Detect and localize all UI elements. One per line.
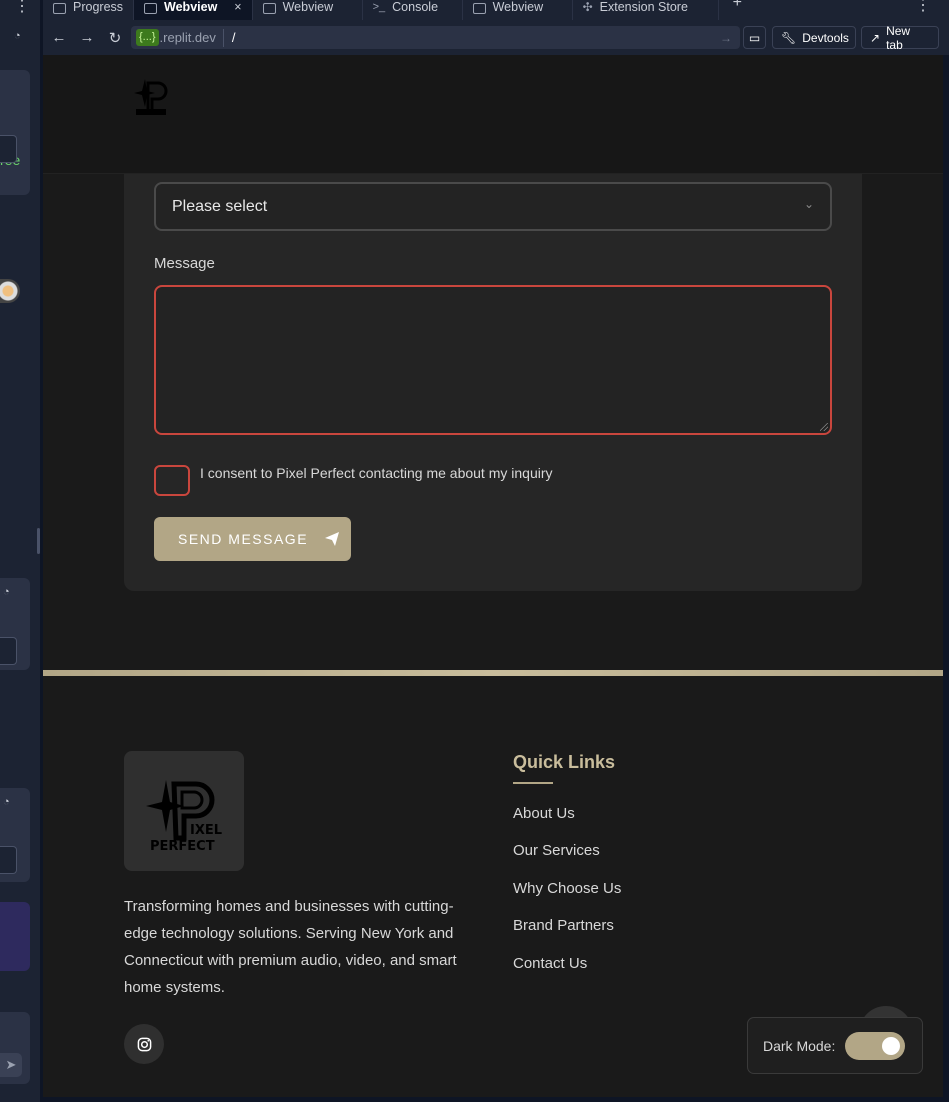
- inquiry-type-select[interactable]: Please select ⌄: [154, 182, 832, 231]
- more-options-icon[interactable]: ⋮: [915, 0, 931, 15]
- url-path[interactable]: /: [232, 30, 236, 45]
- agent-panel: ree: [0, 70, 30, 195]
- select-value: Please select: [172, 197, 268, 215]
- new-tab-label: New tab: [886, 23, 911, 52]
- panel-input[interactable]: [0, 637, 17, 665]
- terminal-icon: >_: [372, 0, 386, 13]
- consent-label: I consent to Pixel Perfect contacting me…: [200, 465, 553, 481]
- quick-link-brand-partners[interactable]: Brand Partners: [513, 917, 614, 934]
- monitor-icon: [144, 2, 158, 14]
- send-message-label: SEND MESSAGE: [178, 531, 309, 547]
- wrench-icon: 🔧︎: [781, 30, 797, 45]
- logo-text-ixel: IXEL: [190, 823, 222, 838]
- forward-icon[interactable]: →: [73, 29, 101, 46]
- site-header: [43, 55, 943, 174]
- devtools-button[interactable]: 🔧︎ Devtools: [772, 26, 856, 49]
- panel-resize-handle[interactable]: [37, 528, 40, 554]
- tab-label: Webview: [164, 0, 218, 14]
- tab-webview-3[interactable]: Webview: [463, 0, 573, 20]
- gauge-icon: ◔: [14, 30, 21, 42]
- tab-progress[interactable]: Progress: [43, 0, 135, 20]
- viewport-bottom-edge: [43, 1097, 949, 1102]
- tab-label: Progress: [73, 0, 124, 14]
- panel-input[interactable]: [0, 846, 17, 874]
- devtools-label: Devtools: [802, 30, 849, 45]
- message-label: Message: [154, 255, 215, 272]
- quick-links-underline: [513, 782, 553, 784]
- agent-panel-2: ◔: [0, 578, 30, 670]
- toggle-knob: [882, 1036, 901, 1055]
- avatar: [0, 279, 20, 303]
- go-arrow-icon[interactable]: →: [720, 31, 732, 45]
- ide-left-panel: ⋮ ◔ ree ◔ ◔ ➤: [0, 0, 40, 1102]
- paper-plane-icon: [325, 532, 340, 546]
- instagram-button[interactable]: [124, 1024, 164, 1064]
- message-textarea[interactable]: [154, 285, 832, 435]
- url-domain: .replit.dev: [159, 30, 216, 45]
- webview-address-bar: ← → ↻ {...} .replit.dev / → ▭ 🔧︎ Devtools…: [43, 20, 949, 55]
- tab-label: Extension Store: [599, 0, 688, 14]
- quick-link-about-us[interactable]: About Us: [513, 805, 575, 822]
- tab-webview-active[interactable]: Webview ×: [134, 0, 253, 20]
- url-input[interactable]: {...} .replit.dev / →: [131, 26, 740, 49]
- consent-checkbox[interactable]: [154, 465, 190, 496]
- chevron-down-icon: ⌄: [803, 197, 814, 211]
- puzzle-icon: ✣: [582, 0, 593, 14]
- resize-grip-icon[interactable]: [820, 423, 828, 431]
- tab-label: Webview: [282, 0, 334, 14]
- url-chip: {...}: [136, 29, 159, 46]
- monitor-icon: [262, 2, 276, 14]
- monitor-icon: [472, 2, 486, 14]
- workspace-tab-bar: Progress Webview × Webview >_ Console Webv…: [43, 0, 949, 20]
- quick-link-our-services[interactable]: Our Services: [513, 842, 600, 859]
- webview-viewport: Please select ⌄ Message I consent to Pix…: [43, 55, 943, 1102]
- quick-link-why-choose-us[interactable]: Why Choose Us: [513, 880, 621, 897]
- gauge-icon: ◔: [3, 796, 10, 808]
- dark-mode-widget: Dark Mode:: [747, 1017, 923, 1074]
- agent-message-card: [0, 902, 30, 971]
- site-logo[interactable]: [130, 75, 170, 117]
- footer-logo[interactable]: IXEL PERFECT: [124, 751, 244, 871]
- footer-description: Transforming homes and businesses with c…: [124, 898, 457, 996]
- tab-label: Console: [392, 0, 439, 14]
- send-message-button[interactable]: SEND MESSAGE: [154, 517, 351, 561]
- close-icon[interactable]: ×: [234, 0, 241, 14]
- agent-panel-3: ◔: [0, 788, 30, 882]
- tab-label: Webview: [492, 0, 544, 14]
- tab-webview-2[interactable]: Webview: [253, 0, 363, 20]
- gauge-icon: ◔: [3, 586, 10, 598]
- send-icon[interactable]: ➤: [0, 1053, 22, 1077]
- back-icon[interactable]: ←: [45, 29, 73, 46]
- screen-icon[interactable]: ▭: [743, 26, 766, 49]
- open-new-tab-button[interactable]: ↗ New tab: [861, 23, 939, 52]
- progress-icon: [53, 2, 66, 14]
- tab-console[interactable]: >_ Console: [363, 0, 463, 20]
- refresh-icon[interactable]: ↻: [101, 29, 129, 47]
- instagram-icon: [137, 1037, 151, 1051]
- external-link-icon: ↗: [870, 30, 881, 45]
- quick-link-contact-us[interactable]: Contact Us: [513, 955, 587, 972]
- footer-divider: [43, 670, 943, 676]
- quick-links-title: Quick Links: [513, 752, 616, 772]
- dark-mode-toggle[interactable]: [845, 1031, 906, 1060]
- new-tab-plus-icon[interactable]: +: [733, 0, 742, 12]
- logo-text-perfect: PERFECT: [150, 839, 215, 854]
- url-separator: [222, 28, 224, 47]
- tab-extension-store[interactable]: ✣ Extension Store: [573, 0, 719, 20]
- panel-input[interactable]: [0, 135, 17, 163]
- more-options-icon[interactable]: ⋮: [14, 0, 30, 15]
- pixel-perfect-logo: IXEL PERFECT: [146, 780, 222, 854]
- dark-mode-label: Dark Mode:: [763, 1037, 836, 1054]
